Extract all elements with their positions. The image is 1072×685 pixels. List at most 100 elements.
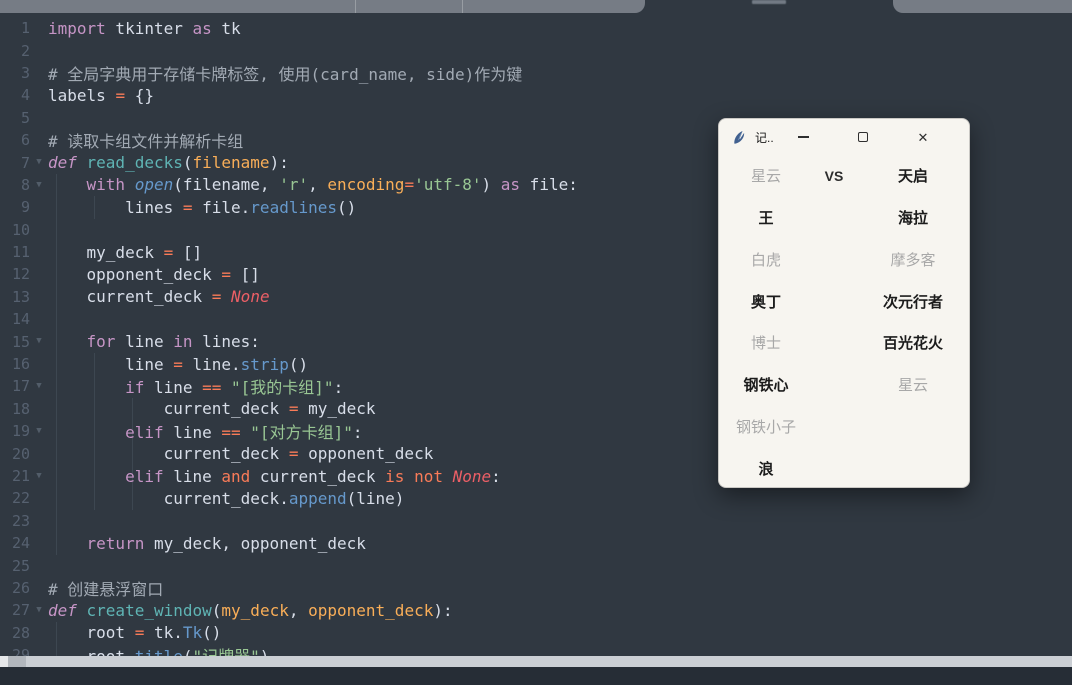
line-number: 6	[0, 131, 30, 149]
card-row: 王 海拉	[719, 197, 969, 239]
card-label[interactable]: 海拉	[855, 207, 970, 228]
card-row: 奥丁 次元行者	[719, 280, 969, 322]
line-number: 1	[0, 19, 30, 37]
line-number: 22	[0, 489, 30, 507]
code-line[interactable]: 24 return my_deck, opponent_deck	[0, 532, 1072, 554]
fold-arrow-icon[interactable]: ▼	[30, 151, 48, 173]
card-label[interactable]: 摩多客	[855, 249, 970, 270]
close-icon: ✕	[918, 131, 929, 144]
line-number: 13	[0, 288, 30, 306]
card-label[interactable]: 钢铁心	[719, 374, 813, 395]
code-line[interactable]: 23	[0, 510, 1072, 532]
card-rows: 星云VS天启王海拉白虎摩多客奥丁次元行者博士百光花火钢铁心星云钢铁小子浪	[719, 155, 969, 487]
close-button[interactable]: ✕	[893, 119, 953, 155]
fold-arrow-icon[interactable]: ▼	[30, 174, 48, 196]
line-number: 9	[0, 198, 30, 216]
window-title: 记..	[755, 129, 774, 146]
line-number: 28	[0, 624, 30, 642]
tab-divider	[462, 0, 463, 13]
window-title-bar[interactable]: 记.. ✕	[719, 119, 969, 155]
inactive-tab-right[interactable]	[893, 0, 1072, 13]
line-number: 23	[0, 512, 30, 530]
line-number: 16	[0, 355, 30, 373]
python-feather-icon	[732, 130, 747, 145]
card-row: 星云VS天启	[719, 155, 969, 197]
code-line[interactable]: 29 root.title("记牌器")	[0, 644, 1072, 656]
code-text: return my_deck, opponent_deck	[48, 534, 1072, 553]
card-row: 钢铁心 星云	[719, 364, 969, 406]
vs-label: VS	[813, 168, 855, 184]
active-tab-label-clipped[interactable]	[752, 0, 786, 4]
code-line[interactable]: 28 root = tk.Tk()	[0, 622, 1072, 644]
code-line[interactable]: 22 current_deck.append(line)	[0, 487, 1072, 509]
fold-arrow-icon[interactable]: ▼	[30, 420, 48, 442]
bottom-strip	[0, 667, 1072, 685]
line-number: 19	[0, 422, 30, 440]
code-line[interactable]: 4 labels = {}	[0, 84, 1072, 106]
code-line[interactable]: 27▼def create_window(my_deck, opponent_d…	[0, 599, 1072, 621]
line-number: 14	[0, 310, 30, 328]
line-number: 15	[0, 333, 30, 351]
tab-bar	[0, 0, 1072, 14]
card-label[interactable]: 次元行者	[855, 291, 970, 312]
line-number: 7	[0, 154, 30, 172]
card-label[interactable]: 星云	[719, 165, 813, 186]
line-number: 2	[0, 42, 30, 60]
code-line[interactable]: 26 # 创建悬浮窗口	[0, 577, 1072, 599]
tab-divider	[355, 0, 356, 13]
card-row: 钢铁小子	[719, 406, 969, 448]
line-number: 12	[0, 265, 30, 283]
fold-arrow-icon[interactable]: ▼	[30, 599, 48, 621]
code-text: root.title("记牌器")	[48, 643, 1072, 656]
maximize-button[interactable]	[833, 119, 893, 155]
code-line[interactable]: 25	[0, 554, 1072, 576]
line-number: 17	[0, 377, 30, 395]
code-text: import tkinter as tk	[48, 19, 1072, 38]
code-line[interactable]: 1 import tkinter as tk	[0, 17, 1072, 39]
code-line[interactable]: 2	[0, 39, 1072, 61]
code-text: def create_window(my_deck, opponent_deck…	[48, 601, 1072, 620]
card-label[interactable]: 奥丁	[719, 291, 813, 312]
card-tracker-window[interactable]: 记.. ✕ 星云VS天启王海拉白虎摩多客奥丁次元行者博士百光花火钢铁心星云钢铁小…	[718, 118, 970, 488]
line-number: 27	[0, 601, 30, 619]
code-text: labels = {}	[48, 86, 1072, 105]
inactive-tab-group-left[interactable]	[0, 0, 645, 13]
card-label[interactable]: 白虎	[719, 249, 813, 270]
line-number: 4	[0, 86, 30, 104]
card-label[interactable]: 钢铁小子	[719, 416, 813, 437]
card-label[interactable]: 天启	[855, 165, 970, 186]
line-number: 8	[0, 176, 30, 194]
line-number: 3	[0, 64, 30, 82]
code-text: current_deck.append(line)	[48, 489, 1072, 508]
line-number: 29	[0, 646, 30, 656]
line-number: 11	[0, 243, 30, 261]
code-text: root = tk.Tk()	[48, 623, 1072, 642]
card-row: 博士 百光花火	[719, 322, 969, 364]
line-number: 24	[0, 534, 30, 552]
card-label[interactable]: 星云	[855, 374, 970, 395]
line-number: 10	[0, 221, 30, 239]
code-line[interactable]: 3 # 全局字典用于存储卡牌标签, 使用(card_name, side)作为键	[0, 62, 1072, 84]
card-label[interactable]: 百光花火	[855, 332, 970, 353]
card-label[interactable]: 博士	[719, 332, 813, 353]
card-row: 浪	[719, 447, 969, 488]
fold-arrow-icon[interactable]: ▼	[30, 330, 48, 352]
scrollbar-corner	[0, 656, 8, 667]
minimize-icon	[798, 136, 809, 137]
line-number: 18	[0, 400, 30, 418]
line-number: 21	[0, 467, 30, 485]
horizontal-scrollbar[interactable]	[0, 656, 1072, 667]
fold-arrow-icon[interactable]: ▼	[30, 465, 48, 487]
code-text: # 创建悬浮窗口	[48, 576, 1072, 600]
line-number: 26	[0, 579, 30, 597]
line-number: 25	[0, 557, 30, 575]
card-row: 白虎 摩多客	[719, 239, 969, 281]
minimize-button[interactable]	[773, 119, 833, 155]
card-label[interactable]: 浪	[719, 458, 813, 479]
fold-arrow-icon[interactable]: ▼	[30, 375, 48, 397]
line-number: 5	[0, 109, 30, 127]
code-text: # 全局字典用于存储卡牌标签, 使用(card_name, side)作为键	[48, 61, 1072, 85]
card-label[interactable]: 王	[719, 207, 813, 228]
line-number: 20	[0, 445, 30, 463]
horizontal-scrollbar-thumb[interactable]	[26, 656, 1072, 667]
